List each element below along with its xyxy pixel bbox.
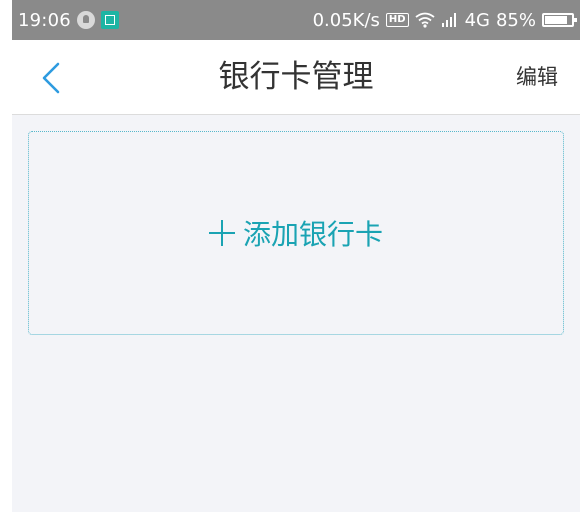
- plus-icon: [208, 220, 235, 246]
- notification-icon: [76, 11, 95, 29]
- add-bank-card-label: 添加银行卡: [242, 218, 383, 251]
- status-right: 0.05K/s HD 4G 85%: [312, 0, 577, 40]
- add-bank-card-button[interactable]: 添加银行卡: [28, 131, 564, 335]
- status-bar: 19:06 0.05K/s HD 4G 85%: [12, 0, 580, 40]
- status-left: 19:06: [18, 0, 119, 40]
- signal-icon: [441, 13, 456, 27]
- edit-button[interactable]: 编辑: [516, 40, 558, 114]
- battery-icon: [542, 13, 577, 27]
- chevron-left-icon: [42, 62, 60, 94]
- title-bar: 银行卡管理 编辑: [12, 40, 580, 115]
- network-speed: 0.05K/s: [312, 9, 380, 31]
- page-title: 银行卡管理: [218, 59, 374, 95]
- network-type: 4G: [464, 9, 490, 31]
- status-time: 19:06: [18, 9, 71, 31]
- screenshot-icon: [100, 11, 119, 29]
- back-button[interactable]: [36, 58, 72, 98]
- hd-icon: HD: [385, 13, 409, 27]
- battery-percent: 85%: [495, 9, 536, 31]
- app-screen: 19:06 0.05K/s HD 4G 85% 银行卡管理 编辑 添加银行卡: [12, 0, 580, 512]
- wifi-icon: [415, 12, 435, 28]
- add-bank-card-content: 添加银行卡: [208, 213, 383, 253]
